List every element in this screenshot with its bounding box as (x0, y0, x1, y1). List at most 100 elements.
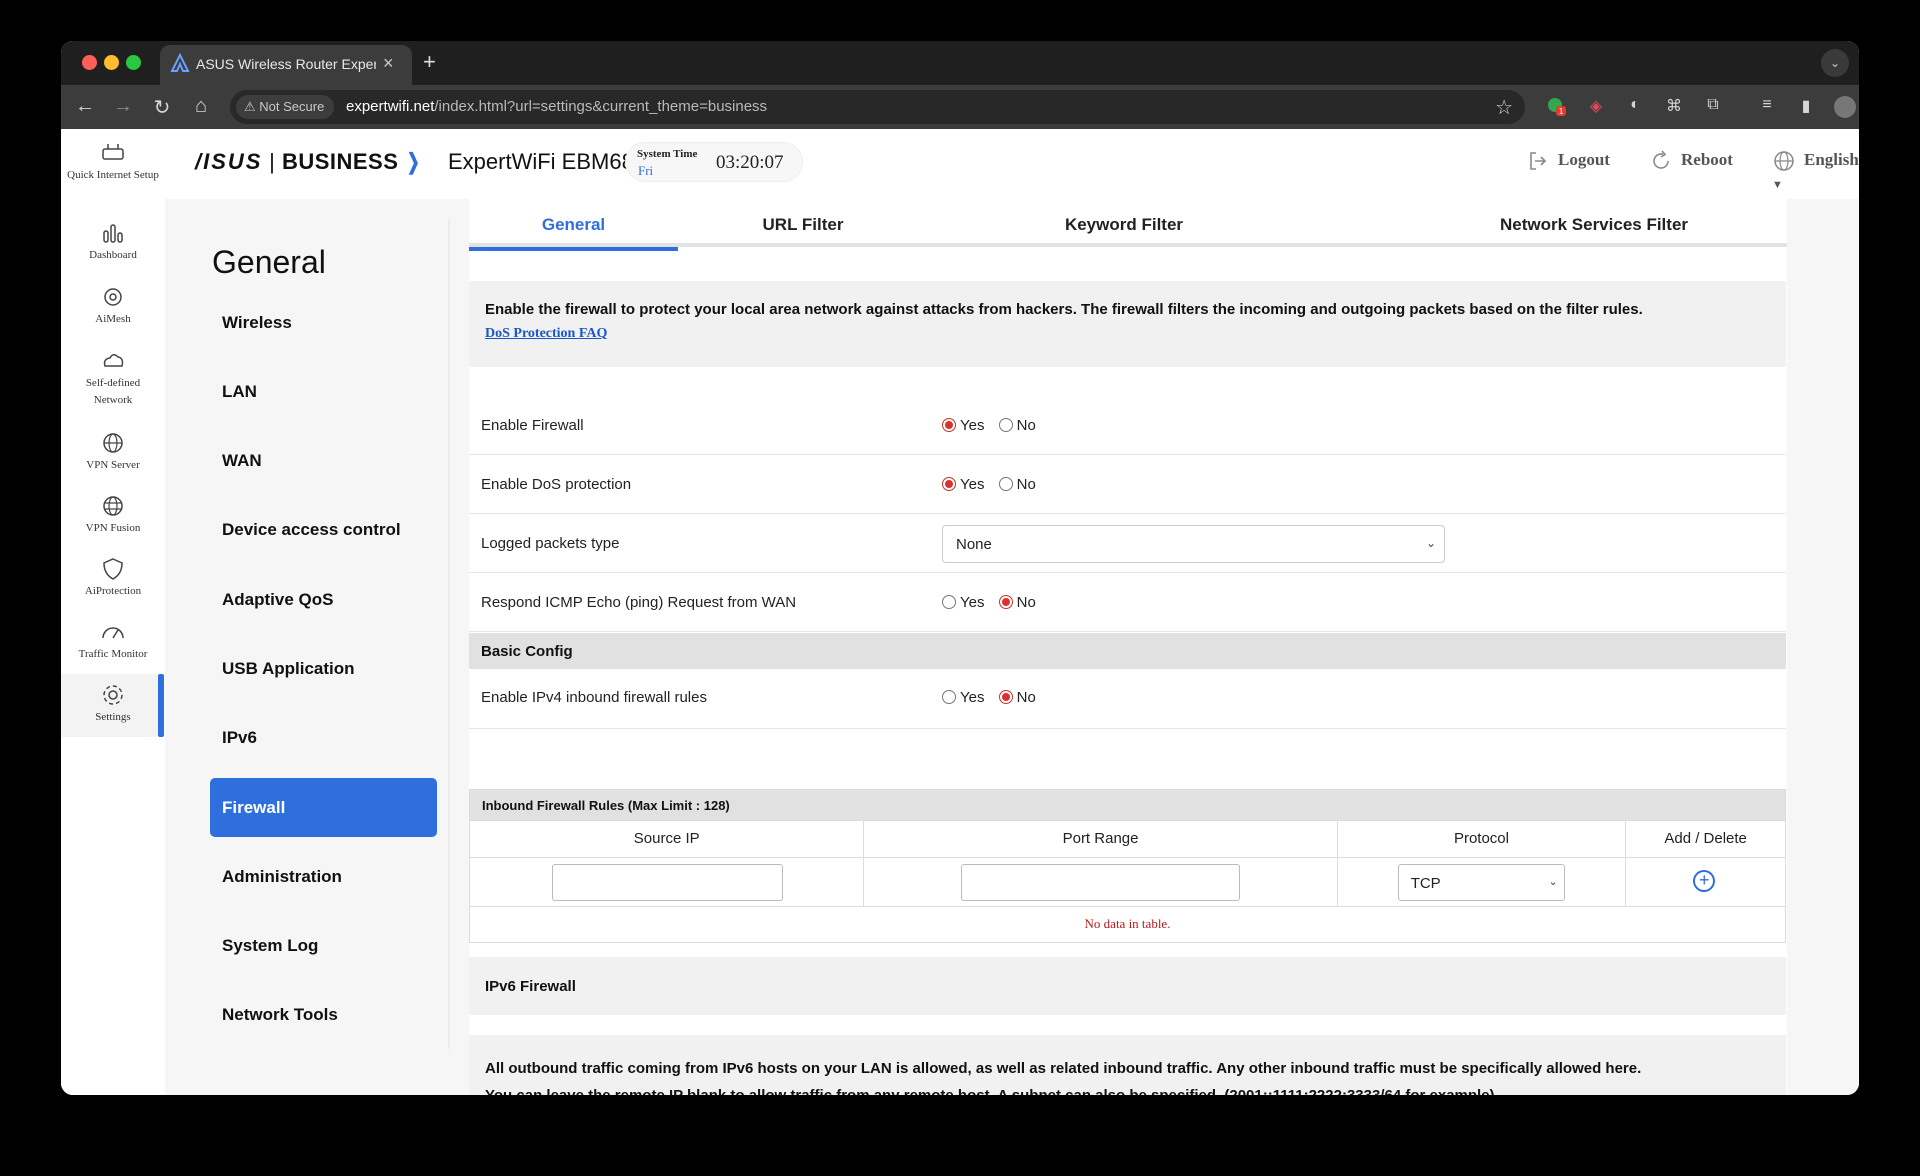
close-tab-icon[interactable]: × (383, 53, 394, 74)
submenu-item-wireless[interactable]: Wireless (210, 293, 437, 352)
add-rule-plus-icon[interactable]: + (1693, 870, 1716, 892)
sidebar-item-label: Settings (95, 711, 131, 723)
respond-icmp-row: Respond ICMP Echo (ping) Request from WA… (469, 574, 1786, 632)
submenu-item-adaptive-qos[interactable]: Adaptive QoS (210, 570, 437, 629)
radio-unselected-icon (942, 595, 956, 609)
respond-icmp-yes[interactable]: Yes (942, 594, 984, 611)
ipv4-inbound-yes[interactable]: Yes (942, 689, 984, 706)
enable-firewall-radio-group: Yes No (942, 417, 1046, 434)
submenu-item-system-log[interactable]: System Log (210, 916, 437, 975)
logout-button[interactable]: Logout (1526, 149, 1610, 173)
dropdown-caret-icon: ▼ (1772, 179, 1783, 191)
enable-dos-no[interactable]: No (998, 476, 1036, 493)
new-tab-button[interactable]: + (423, 49, 436, 75)
enable-firewall-no[interactable]: No (998, 417, 1036, 434)
globe-fusion-icon (103, 496, 123, 516)
sidebar-item-vpn-server[interactable]: VPN Server (61, 431, 165, 474)
url-host: expertwifi.net (346, 98, 435, 115)
forward-arrow-icon[interactable]: → (111, 95, 135, 118)
radio-yes-label: Yes (960, 689, 985, 706)
enable-firewall-yes[interactable]: Yes (942, 417, 984, 434)
enable-dos-yes[interactable]: Yes (942, 476, 984, 493)
extension-icon[interactable]: 1 (1545, 96, 1567, 118)
submenu-item-device-access-control[interactable]: Device access control (210, 500, 437, 559)
bar-chart-icon (103, 224, 123, 243)
side-panel-icon[interactable]: ▮ (1795, 96, 1817, 118)
add-delete-cell: + (1626, 858, 1785, 906)
basic-config-header: Basic Config (469, 633, 1786, 669)
shield-extension-icon[interactable]: ◐ (1624, 96, 1646, 118)
sidebar-item-self-defined-network[interactable]: Self-defined Network (61, 349, 165, 409)
puzzle-extensions-icon[interactable]: ⧉ (1702, 96, 1724, 118)
home-icon[interactable]: ⌂ (189, 95, 213, 118)
respond-icmp-no[interactable]: No (998, 594, 1036, 611)
ipv4-inbound-no[interactable]: No (998, 689, 1036, 706)
logged-packets-value: None (956, 536, 992, 553)
pocket-icon[interactable]: ◈ (1585, 96, 1607, 118)
profile-avatar-icon[interactable] (1834, 96, 1856, 118)
ipv6-firewall-description: All outbound traffic coming from IPv6 ho… (469, 1035, 1786, 1095)
column-header-port-range: Port Range (864, 821, 1338, 857)
submenu-item-ipv6[interactable]: IPv6 (210, 708, 437, 767)
close-window-button[interactable] (82, 55, 97, 70)
logout-icon (1530, 152, 1547, 170)
bookmark-star-icon[interactable]: ☆ (1495, 95, 1513, 120)
sidebar-item-aiprotection[interactable]: AiProtection (61, 557, 165, 600)
asus-business-logo[interactable]: /ISUS | BUSINESS ❯ (195, 149, 423, 175)
sidebar-item-dashboard[interactable]: Dashboard (61, 221, 165, 264)
system-day: Fri (638, 163, 654, 178)
system-time-label: System Time (637, 148, 698, 160)
page-header: /ISUS | BUSINESS ❯ ExpertWiFi EBM68 Syste… (165, 129, 1859, 199)
not-secure-badge[interactable]: ⚠ Not Secure (236, 95, 335, 119)
gear-icon (103, 685, 123, 705)
rules-table-header: Source IP Port Range Protocol Add / Dele… (470, 820, 1785, 857)
submenu-item-lan[interactable]: LAN (210, 362, 437, 421)
reboot-button[interactable]: Reboot (1649, 149, 1733, 173)
reload-icon[interactable]: ↻ (150, 95, 174, 120)
submenu-item-administration[interactable]: Administration (210, 847, 437, 906)
language-selector[interactable]: English ▼ (1772, 149, 1859, 193)
ipv6-firewall-title: IPv6 Firewall (485, 978, 576, 995)
tab-search-chevron-icon[interactable]: ⌄ (1821, 49, 1849, 77)
reading-list-icon[interactable]: ≡ (1756, 96, 1778, 118)
port-range-input[interactable] (961, 864, 1241, 901)
empty-table-message: No data in table. (470, 906, 1785, 942)
minimize-window-button[interactable] (104, 55, 119, 70)
source-ip-input[interactable] (552, 864, 783, 901)
translate-extension-icon[interactable]: ⌘ (1663, 96, 1685, 118)
url-path: /index.html?url=settings&current_theme=b… (434, 98, 768, 115)
sidebar-item-quick-internet-setup[interactable]: Quick Internet Setup (61, 141, 165, 184)
globe-icon (103, 433, 123, 453)
submenu-item-firewall[interactable]: Firewall (210, 778, 437, 837)
logged-packets-select[interactable]: None ⌄ (942, 525, 1445, 563)
radio-unselected-icon (998, 418, 1013, 432)
globe-language-icon (1774, 151, 1794, 171)
tab-general[interactable]: General (469, 215, 678, 235)
submenu-title: General (212, 244, 326, 280)
back-arrow-icon[interactable]: ← (73, 95, 97, 118)
sidebar-item-aimesh[interactable]: AiMesh (61, 285, 165, 328)
source-ip-cell (470, 858, 865, 906)
sidebar-item-label: VPN Server (86, 459, 140, 471)
address-bar[interactable]: ⚠ Not Secure expertwifi.net/index.html?u… (230, 90, 1525, 124)
sidebar-item-settings[interactable]: Settings (61, 683, 165, 726)
tab-keyword-filter[interactable]: Keyword Filter (999, 215, 1249, 235)
submenu-item-network-tools[interactable]: Network Tools (210, 985, 437, 1044)
brand-chevron-icon: ❯ (407, 149, 421, 174)
radio-selected-icon (942, 418, 956, 432)
sidebar-item-vpn-fusion[interactable]: VPN Fusion (61, 494, 165, 537)
submenu-item-wan[interactable]: WAN (210, 431, 437, 490)
submenu-item-usb-application[interactable]: USB Application (210, 639, 437, 698)
firewall-description: Enable the firewall to protect your loca… (469, 281, 1786, 367)
dos-faq-link[interactable]: DoS Protection FAQ (485, 326, 607, 342)
protocol-select[interactable]: TCP ⌄ (1397, 864, 1565, 901)
tab-url-filter[interactable]: URL Filter (678, 215, 928, 235)
url-text[interactable]: expertwifi.net/index.html?url=settings&c… (346, 98, 767, 115)
maximize-window-button[interactable] (126, 55, 141, 70)
browser-tab[interactable]: ASUS Wireless Router Exper × (160, 45, 412, 85)
sidebar-item-label: AiMesh (95, 313, 131, 325)
chevron-down-icon: ⌄ (1425, 536, 1436, 550)
tab-network-services-filter[interactable]: Network Services Filter (1369, 215, 1787, 235)
sidebar-item-traffic-monitor[interactable]: Traffic Monitor (61, 620, 165, 663)
system-time-widget: System Time Fri 03:20:07 (625, 142, 803, 182)
